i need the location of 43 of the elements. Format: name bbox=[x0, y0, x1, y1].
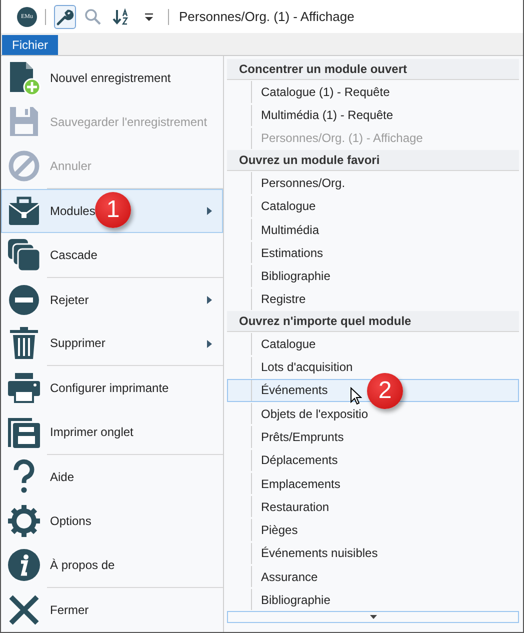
module-item[interactable]: Assurance bbox=[227, 564, 519, 588]
module-item[interactable]: Déplacements bbox=[227, 448, 519, 472]
menu-item[interactable]: Aide bbox=[1, 455, 223, 500]
menu-item[interactable]: Fermer bbox=[1, 588, 223, 632]
wrench-button[interactable] bbox=[54, 4, 76, 28]
cascade-windows-icon bbox=[6, 236, 42, 273]
menu-item[interactable]: Configurer imprimante bbox=[1, 366, 223, 410]
module-item[interactable]: Catalogue bbox=[227, 332, 519, 356]
module-item[interactable]: Catalogue bbox=[227, 194, 519, 218]
section-heading: Ouvrez n'importe quel module bbox=[227, 310, 519, 332]
module-item[interactable]: Emplacements bbox=[227, 472, 519, 496]
module-item[interactable]: Prêts/Emprunts bbox=[227, 425, 519, 449]
module-item[interactable]: Bibliographie bbox=[227, 588, 519, 612]
menu-tab[interactable]: Fichier bbox=[2, 35, 58, 55]
wrench-icon bbox=[56, 8, 74, 26]
module-item[interactable]: Bibliographie bbox=[227, 264, 519, 288]
module-item[interactable]: Restauration bbox=[227, 495, 519, 518]
dropdown-caret-icon bbox=[143, 10, 155, 22]
module-item[interactable]: Événements nuisibles bbox=[227, 542, 519, 565]
sort-icon bbox=[112, 8, 130, 26]
menu-item[interactable]: Imprimer onglet bbox=[1, 410, 223, 454]
step-number-badge: 2 bbox=[367, 373, 403, 409]
module-item[interactable]: Pièges bbox=[227, 518, 519, 542]
window-title: Personnes/Org. (1) - Affichage bbox=[179, 9, 354, 24]
caret-icon bbox=[370, 615, 376, 620]
menu-item[interactable]: Supprimer bbox=[1, 322, 223, 366]
section-heading: Concentrer un module ouvert bbox=[227, 59, 519, 80]
search-icon bbox=[84, 8, 102, 26]
gear-icon bbox=[6, 503, 42, 540]
menu-item[interactable]: Nouvel enregistrement bbox=[1, 56, 223, 100]
module-item[interactable]: Catalogue (1) - Requête bbox=[227, 80, 519, 104]
menu-item[interactable]: Options bbox=[1, 499, 223, 544]
menu-item[interactable]: Cascade bbox=[1, 232, 223, 277]
module-item[interactable]: Personnes/Org. bbox=[227, 171, 519, 195]
section-heading: Ouvrez un module favori bbox=[227, 150, 519, 172]
module-item[interactable]: Multimédia bbox=[227, 218, 519, 242]
menu-item[interactable]: À propos de bbox=[1, 543, 223, 588]
mouse-pointer-icon bbox=[350, 386, 362, 405]
module-item[interactable]: Registre bbox=[227, 288, 519, 311]
module-item[interactable]: Multimédia (1) - Requête bbox=[227, 104, 519, 127]
info-icon bbox=[6, 547, 42, 584]
module-item[interactable]: Estimations bbox=[227, 241, 519, 264]
menu-item[interactable]: Rejeter bbox=[1, 278, 223, 322]
